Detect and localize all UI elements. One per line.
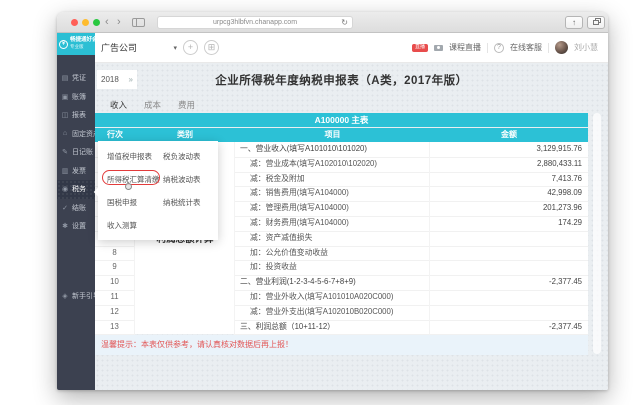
sidebar-item-label: 设置 — [72, 221, 86, 231]
sidebar-item-voucher[interactable]: ▤ 凭证 — [57, 69, 95, 88]
zoom-button[interactable] — [93, 19, 100, 26]
report-icon: ◫ — [61, 111, 69, 119]
table-header-row: 行次 类别 项目 金额 — [95, 128, 588, 142]
minimize-button[interactable] — [82, 19, 89, 26]
sidebar-item-tax[interactable]: ◉ 税务 — [57, 180, 95, 199]
click-cursor-icon — [125, 183, 132, 190]
chevron-down-icon: ▾ — [173, 44, 177, 52]
sidebar-item-label: 日记账 — [72, 147, 93, 157]
content-area: 2018 » 企业所得税年度纳税申报表（A类，2017年版） 收入 成本 费用 … — [95, 63, 608, 390]
user-name: 刘小慧 — [574, 42, 598, 53]
tab-cost[interactable]: 成本 — [144, 99, 161, 111]
col-category: 类别 — [135, 128, 235, 142]
back-button[interactable]: ‹ — [105, 14, 109, 30]
sidebar-item-reports[interactable]: ◫ 报表 — [57, 106, 95, 125]
menu-item-tax-burden-fluctuation[interactable]: 税负波动表 — [163, 151, 201, 162]
sidebar-item-journal[interactable]: ✎ 日记账 — [57, 143, 95, 162]
tax-icon: ◉ — [61, 185, 69, 193]
menu-item-vat-return[interactable]: 增值税申报表 — [107, 151, 152, 162]
journal-icon: ✎ — [61, 148, 69, 156]
sidebar-nav: ▤ 凭证 ▣ 账簿 ◫ 报表 ⌂ 固定资产 ✎ 日记账 ▥ 发票 — [57, 69, 95, 236]
menu-item-national-tax-filing[interactable]: 国税申报 — [107, 197, 137, 208]
browser-window: ‹ › urpcg3hlbfvn.chanapp.com ↻ ↑ ¥ 畅捷通好会… — [57, 12, 608, 390]
col-line-no: 行次 — [95, 128, 135, 142]
company-name: 广告公司 — [101, 41, 137, 54]
menu-item-income-estimate[interactable]: 收入测算 — [107, 220, 137, 231]
table-band-title: A100000 主表 — [95, 113, 588, 127]
tab-overview-button[interactable] — [587, 16, 605, 29]
tab-income[interactable]: 收入 — [110, 99, 127, 111]
settings-icon: ✱ — [61, 222, 69, 230]
voucher-icon: ▤ — [61, 74, 69, 82]
sidebar-item-beginner-guide[interactable]: ◈ 新手引导 — [57, 287, 95, 306]
sidebar-item-label: 税务 — [72, 184, 86, 194]
tax-submenu-popup: 增值税申报表 所得税汇算清缴 国税申报 收入测算 税负波动表 纳税波动表 纳税统… — [98, 141, 218, 240]
sidebar-toggle-icon[interactable] — [132, 18, 145, 27]
sidebar-item-label: 报表 — [72, 110, 86, 120]
app-root: ¥ 畅捷通好会计 专业版 ▤ 凭证 ▣ 账簿 ◫ 报表 ⌂ 固定 — [57, 33, 608, 390]
url-bar[interactable]: urpcg3hlbfvn.chanapp.com ↻ — [157, 16, 353, 29]
sidebar-item-settings[interactable]: ✱ 设置 — [57, 217, 95, 236]
sidebar-item-fixed-assets[interactable]: ⌂ 固定资产 — [57, 125, 95, 144]
online-service-link[interactable]: 在线客服 — [510, 42, 542, 53]
add-account-button[interactable]: + — [183, 40, 198, 55]
page-title: 企业所得税年度纳税申报表（A类，2017年版） — [95, 72, 588, 88]
sidebar-item-ledger[interactable]: ▣ 账簿 — [57, 88, 95, 107]
share-button[interactable]: ↑ — [565, 16, 583, 29]
url-text: urpcg3hlbfvn.chanapp.com — [213, 19, 297, 26]
closing-icon: ✓ — [61, 204, 69, 212]
sidebar-item-label: 账簿 — [72, 92, 86, 102]
highlight-annotation-box — [102, 170, 160, 186]
browser-chrome: ‹ › urpcg3hlbfvn.chanapp.com ↻ ↑ — [57, 12, 608, 33]
sidebar-item-label: 发票 — [72, 166, 86, 176]
logo-icon: ¥ — [59, 40, 68, 49]
help-icon: ? — [494, 43, 504, 53]
sidebar-item-label: 结账 — [72, 203, 86, 213]
live-course-link[interactable]: 课程直播 — [449, 42, 481, 53]
app-logo: ¥ 畅捷通好会计 专业版 — [57, 33, 95, 55]
reload-icon[interactable]: ↻ — [341, 17, 348, 29]
logo-edition: 专业版 — [70, 44, 84, 49]
sidebar-item-label: 凭证 — [72, 73, 86, 83]
ledger-icon: ▣ — [61, 93, 69, 101]
col-amount: 金额 — [430, 128, 588, 142]
asset-icon: ⌂ — [61, 130, 69, 137]
sidebar-guide-section: ◈ 新手引导 — [57, 287, 95, 306]
guide-icon: ◈ — [61, 292, 69, 300]
topbar: 广告公司 ▾ + ⊞ 直播 课程直播 ? 在线客服 刘小慧 — [95, 33, 608, 63]
sidebar: ¥ 畅捷通好会计 专业版 ▤ 凭证 ▣ 账簿 ◫ 报表 ⌂ 固定 — [57, 33, 95, 390]
close-button[interactable] — [71, 19, 78, 26]
logo-text: 畅捷通好会计 — [70, 37, 103, 43]
sidebar-item-invoice[interactable]: ▥ 发票 — [57, 162, 95, 181]
main-area: 广告公司 ▾ + ⊞ 直播 课程直播 ? 在线客服 刘小慧 2018 — [95, 33, 608, 390]
live-badge: 直播 — [412, 44, 428, 52]
forward-button[interactable]: › — [117, 14, 121, 30]
company-selector[interactable]: 广告公司 ▾ — [101, 41, 177, 54]
menu-item-tax-fluctuation[interactable]: 纳税波动表 — [163, 174, 201, 185]
apps-grid-button[interactable]: ⊞ — [204, 40, 219, 55]
tab-expense[interactable]: 费用 — [178, 99, 195, 111]
vertical-scrollbar[interactable] — [593, 113, 601, 354]
menu-item-tax-statistics[interactable]: 纳税统计表 — [163, 197, 201, 208]
invoice-icon: ▥ — [61, 167, 69, 175]
tab-bar: 收入 成本 费用 — [110, 99, 195, 111]
col-item: 项目 — [235, 128, 430, 142]
notice-text: 温馨提示：本表仅供参考，请认真核对数据后再上报！ — [101, 339, 293, 350]
camera-icon — [434, 45, 443, 51]
notice-bar: 温馨提示：本表仅供参考，请认真核对数据后再上报！ — [95, 335, 588, 355]
avatar[interactable] — [555, 41, 568, 54]
sidebar-item-closing[interactable]: ✓ 结账 — [57, 199, 95, 218]
